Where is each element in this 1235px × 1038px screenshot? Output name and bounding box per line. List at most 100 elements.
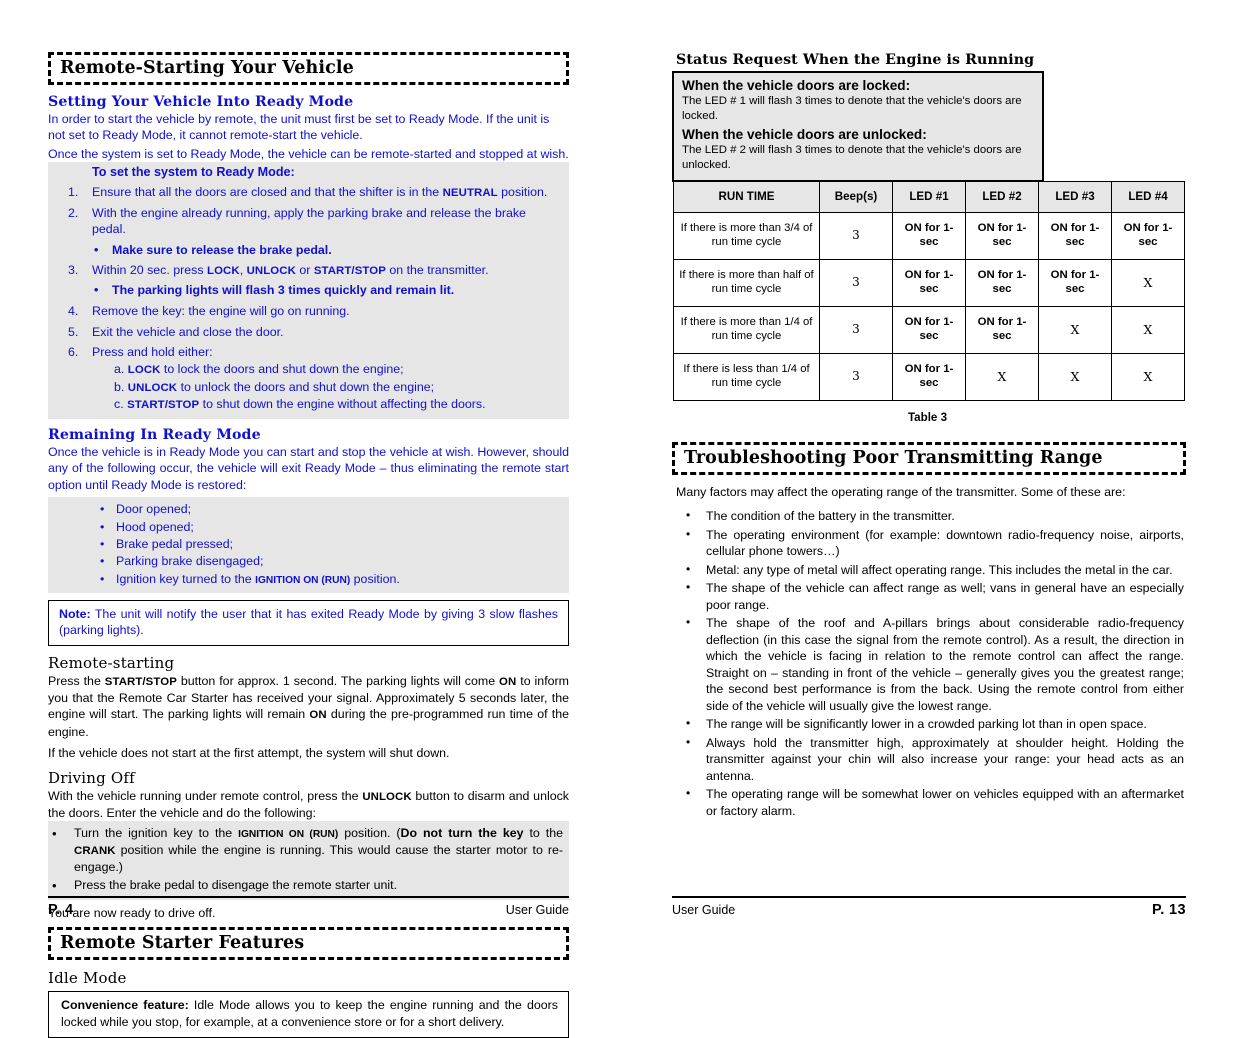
bullet-dot-icon [48,283,112,299]
steps-ready-mode-block: To set the system to Ready Mode: 1. Ensu… [48,161,569,420]
list-item-label: The shape of the roof and A-pillars brin… [706,616,1184,713]
step-6c-label: c. [114,396,124,411]
rs-p1-b: button for approx. 1 second. The parking… [176,673,500,688]
list-item: Metal: any type of metal will affect ope… [672,561,1184,580]
step-number: 2. [68,206,79,221]
bullet-dot-icon [48,536,116,552]
cell-beeps: 3 [819,352,893,401]
list-item: The operating range will be somewhat low… [672,785,1184,820]
step-6c: c. START/STOP to shut down the engine wi… [48,396,563,413]
step-1-keyword: NEUTRAL [442,187,498,200]
step-1-post: position. [497,185,548,200]
step-text: Within 20 sec. press LOCK, UNLOCK or STA… [92,263,563,279]
step-text: Remove the key: the engine will go on ru… [92,303,350,318]
step-6b: b. UNLOCK to unlock the doors and shut d… [48,379,563,396]
column-header-led1: LED #1 [892,180,966,213]
cell-led3: X [1038,305,1112,354]
step-3-pre: Within 20 sec. press [92,262,208,277]
list-item-label: The operating environment (for example: … [706,527,1184,559]
step-3-post: on the transmitter. [385,262,489,277]
column-header-led3: LED #3 [1038,180,1112,213]
page-right: Status Request When the Engine is Runnin… [617,0,1234,954]
list-item-label: Turn the ignition key to the IGNITION ON… [74,825,563,875]
list-item: Always hold the transmitter high, approx… [672,734,1184,786]
ignition-pre: Ignition key turned to the [116,571,256,586]
heading-status-request: Status Request When the Engine is Runnin… [676,52,1035,68]
list-item-label: Brake pedal pressed; [116,537,234,552]
cell-led4: X [1111,305,1185,354]
list-item-label: Press the brake pedal to disengage the r… [74,878,398,893]
step-6c-text: to shut down the engine without affectin… [199,396,486,411]
footer-guide-label: User Guide [505,903,569,917]
ignition-keyword: IGNITION ON (RUN) [255,574,351,586]
bullet-dot-icon [672,580,706,613]
cell-led3: ON for 1-sec [1038,258,1112,307]
list-item: The operating environment (for example: … [672,526,1184,561]
bullet-dot-icon [48,519,116,535]
section-header-remote-starting: Remote-Starting Your Vehicle [48,52,569,86]
cell-led3: X [1038,352,1112,401]
step-3-lock: LOCK [207,264,240,277]
sub-bullet-brake-pedal: Make sure to release the brake pedal. [48,241,563,261]
step-1-pre: Ensure that all the doors are closed and… [92,185,443,200]
cell-beeps: 3 [819,305,893,354]
bullet-dot-icon [48,571,116,587]
list-item: The range will be significantly lower in… [672,715,1184,734]
cell-led1: ON for 1-sec [892,352,966,401]
list-item: Press the brake pedal to disengage the r… [48,876,563,895]
heading-driving-off: Driving Off [48,768,135,787]
table-row: If there is more than 1/4 of run time cy… [673,305,1185,354]
troubleshooting-list: The condition of the battery in the tran… [672,507,1186,820]
column-header-led4: LED #4 [1111,180,1185,213]
do-warning-bold: Do not turn the key [400,826,524,841]
heading-remaining-ready-mode: Remaining In Ready Mode [48,427,261,444]
paragraph-driving-off: With the vehicle running under remote co… [48,788,569,822]
driving-off-list: Turn the ignition key to the IGNITION ON… [48,821,569,900]
sub-bullet-parking-lights: The parking lights will flash 3 times qu… [48,281,563,301]
step-item-1: 1. Ensure that all the doors are closed … [48,183,563,204]
step-text: Ensure that all the doors are closed and… [92,185,563,201]
steps-title: To set the system to Ready Mode: [92,164,295,179]
cell-led1: ON for 1-sec [892,258,966,307]
step-text: With the engine already running, apply t… [92,206,526,237]
cell-led2: ON for 1-sec [965,305,1039,354]
cell-led4: X [1111,258,1185,307]
step-text: Press and hold either: [92,345,213,360]
rs-p1-a: Press the [48,673,105,688]
ready-mode-exit-list: Door opened; Hood opened; Brake pedal pr… [48,496,569,593]
page-number: P. 4 [48,902,74,918]
list-item-ignition: Ignition key turned to the IGNITION ON (… [48,570,569,587]
cell-led1: ON for 1-sec [892,211,966,260]
column-header-led2: LED #2 [965,180,1039,213]
bullet-dot-icon [672,786,706,819]
cell-run-time: If there is less than 1/4 of run time cy… [673,352,820,401]
section-header-remote-starter-features: Remote Starter Features [48,927,569,961]
page-left: Remote-Starting Your Vehicle Setting You… [0,0,617,1038]
bullet-dot-icon [672,527,706,560]
step-3-mid2: or [295,262,314,277]
heading-remote-starting: Remote-starting [48,653,175,672]
step-6a-label: a. [114,362,125,377]
cell-led4: ON for 1-sec [1111,211,1185,260]
list-item-label: The condition of the battery in the tran… [706,509,955,524]
note-text: The unit will notify the user that it ha… [59,606,558,638]
unlocked-text: The LED # 2 will flash 3 times to denote… [682,143,1022,171]
cell-run-time: If there is more than 1/4 of run time cy… [673,305,820,354]
locked-text: The LED # 1 will flash 3 times to denote… [682,95,1022,122]
heading-idle-mode: Idle Mode [48,969,127,988]
step-6b-text: to unlock the doors and shut down the en… [177,379,435,394]
convenience-feature-box: Convenience feature: Idle Mode allows yo… [48,991,569,1038]
bullet-dot-icon [48,501,116,517]
rs-startstop-1: START/STOP [104,675,177,688]
ignition-post: position. [350,571,400,586]
list-item-label: Parking brake disengaged; [116,554,264,569]
bullet-dot-icon [48,877,74,894]
cell-run-time: If there is more than half of run time c… [673,258,820,307]
section-header-troubleshooting: Troubleshooting Poor Transmitting Range [672,441,1186,475]
sub-bullet-text: Make sure to release the brake pedal. [112,242,332,257]
paragraph-ready-mode-2: Once the system is set to Ready Mode, th… [48,146,569,161]
footer-guide-label: User Guide [672,903,736,917]
locked-title: When the vehicle doors are locked: [682,78,911,93]
table-row: If there is more than half of run time c… [673,258,1185,307]
led-status-info-box: When the vehicle doors are locked: The L… [672,71,1044,182]
